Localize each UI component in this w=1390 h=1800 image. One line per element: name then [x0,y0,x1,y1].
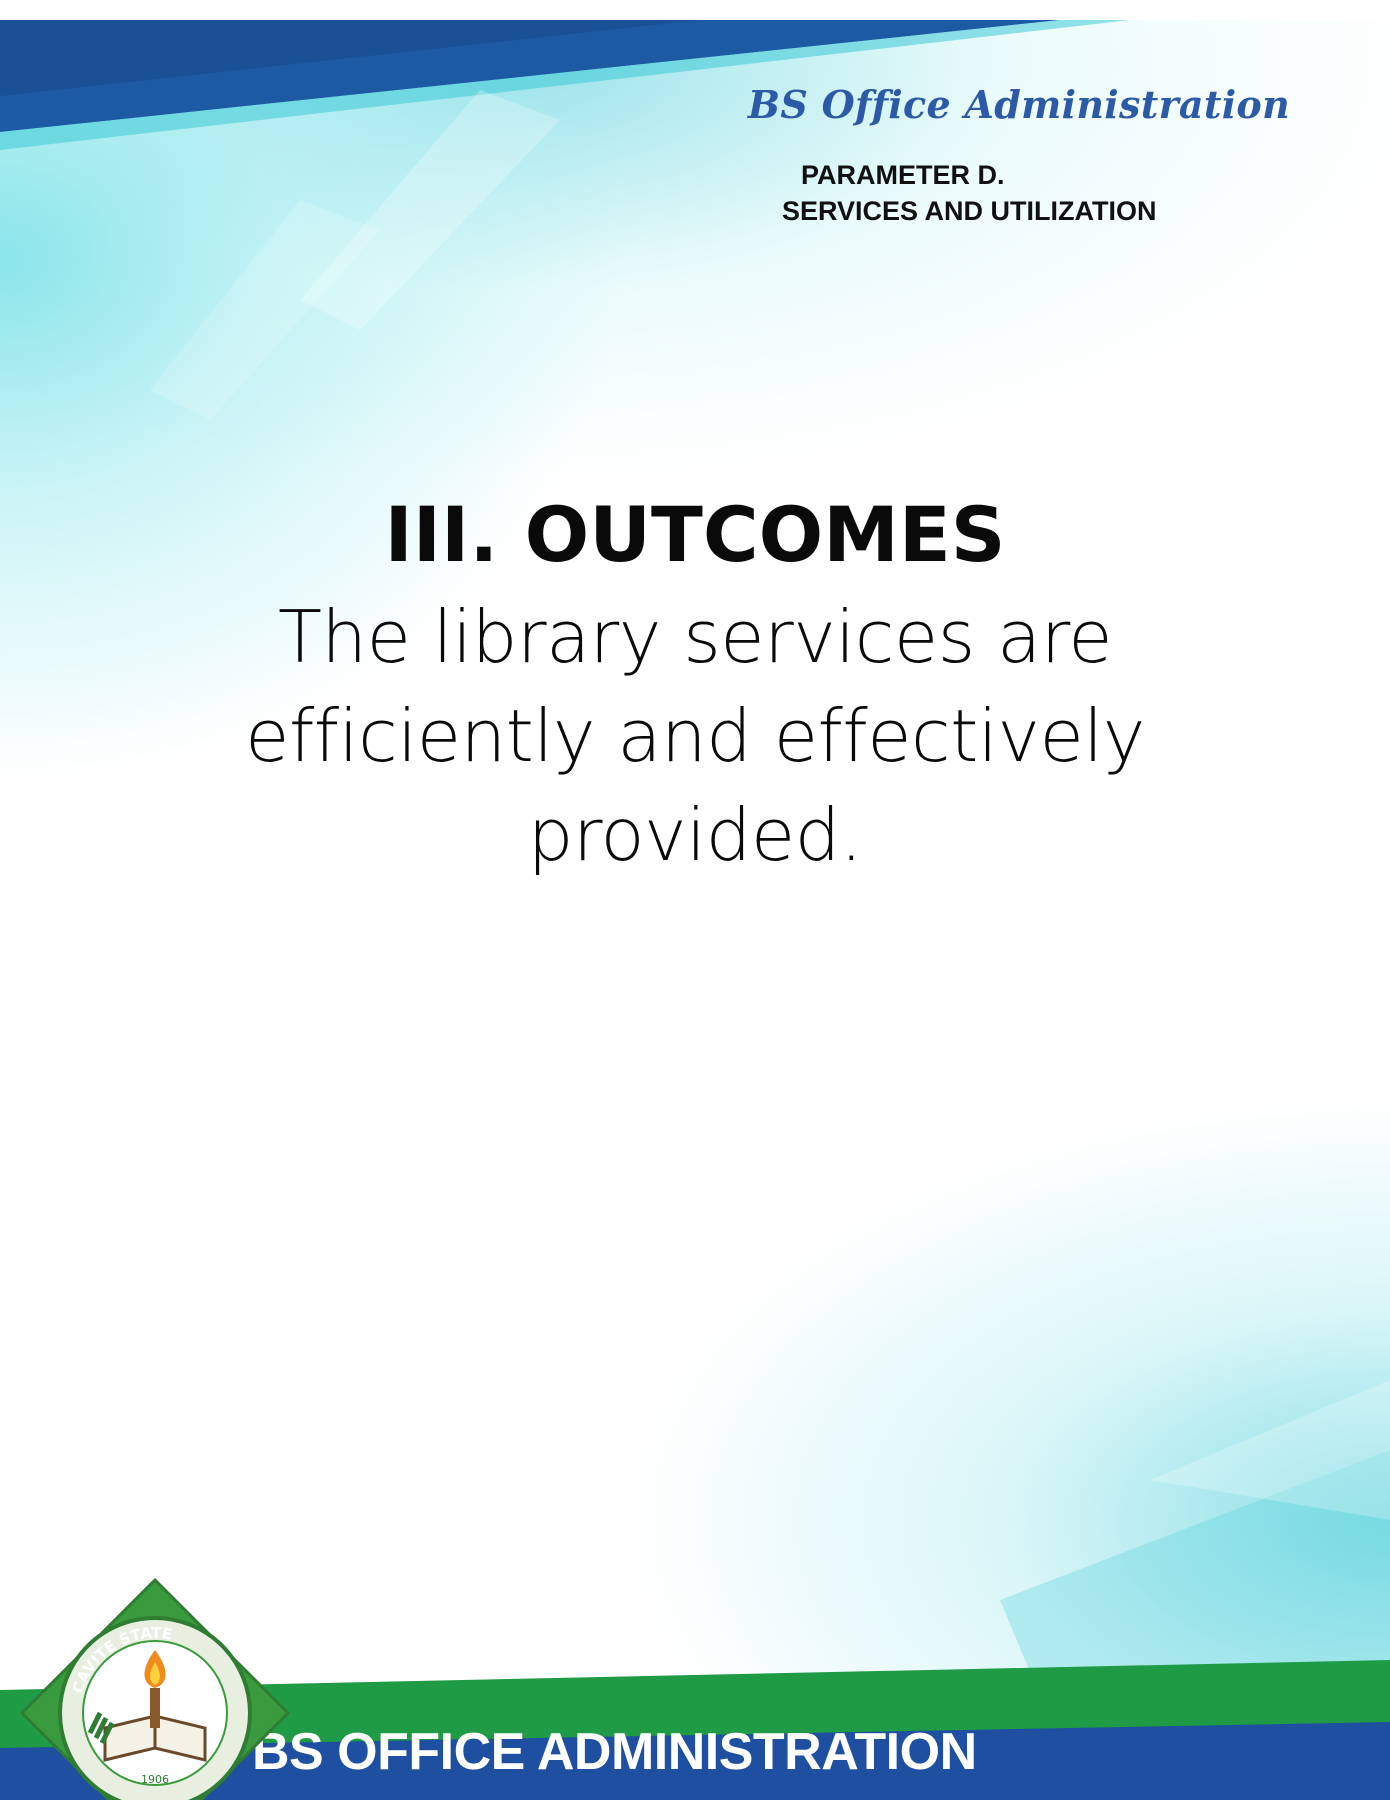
outcome-statement: The library services are efficiently and… [245,595,1145,877]
seal-year: 1906 [141,1773,169,1786]
document-page: BS Office Administration PARAMETER D. SE… [0,0,1390,1800]
bottom-shape-2 [1150,1380,1390,1520]
light-streak-1 [300,90,560,330]
parameter-label: PARAMETER D. [801,160,1005,190]
torch-icon [150,1688,160,1728]
university-seal: CAVITE STATE 1906 [20,1578,290,1800]
background-decoration [0,20,1390,1720]
section-title: III. OUTCOMES [384,490,1006,579]
footer-program-title: BS OFFICE ADMINISTRATION [252,1723,977,1781]
main-content: III. OUTCOMES The library services are e… [0,490,1390,885]
parameter-name: SERVICES AND UTILIZATION [782,196,1157,226]
header-brand-title: BS Office Administration [747,82,1290,127]
